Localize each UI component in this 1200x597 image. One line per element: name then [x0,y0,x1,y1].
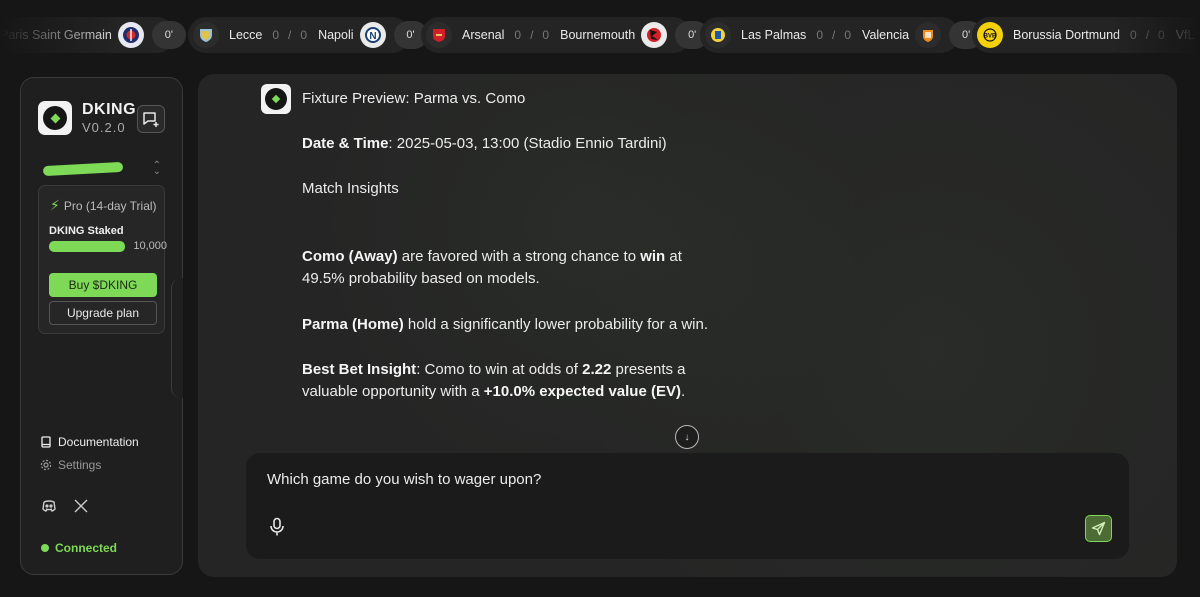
away-goals: 0 [1158,28,1166,42]
send-icon [1091,521,1106,536]
datetime-value: : 2025-05-03, 13:00 (Stadio Ennio Tardin… [388,135,667,152]
home-team: Borussia Dortmund [1013,28,1120,42]
message-title: Fixture Preview: Parma vs. Como [302,90,526,107]
arrow-down-icon: ↓ [684,431,690,443]
bot-avatar-icon [261,84,291,114]
psg-crest-icon [117,22,144,48]
brand[interactable]: DKING V0.2.0 [38,101,136,135]
microphone-icon [270,517,284,536]
home-team: Las Palmas [741,28,807,42]
away-team: Napoli [318,28,354,42]
away-goals: 0 [300,28,309,42]
gear-icon [40,459,52,471]
fixture-card[interactable]: Arsenal 0 / 0 Bournemouth 0' [421,17,710,53]
insight-paragraph-away: Como (Away) are favored with a strong ch… [302,248,682,287]
insights-heading: Match Insights [302,180,399,197]
score-separator: / [288,28,293,42]
dking-logo-icon [38,101,72,135]
message-datetime: Date & Time: 2025-05-03, 13:00 (Stadio E… [302,133,742,155]
away-team: VfL Wolfsburg [1175,28,1200,42]
arsenal-crest-icon [426,22,452,48]
fixtures-ticker: Paris Saint Germain 0' Lecce 0 / 0 Napol… [0,0,1200,72]
svg-text:N: N [369,31,376,42]
fixture-card[interactable]: BVB Borussia Dortmund 0 / 0 VfL Wolfsbur… [972,17,1200,53]
chevron-up-down-icon: ⌃ ⌄ [152,160,161,177]
account-switcher[interactable]: ⌃ ⌄ [42,160,161,177]
new-chat-icon [143,112,159,127]
away-team: Bournemouth [560,28,636,42]
home-team: Paris Saint Germain [0,28,112,42]
fixture-card[interactable]: Las Palmas 0 / 0 Valencia 0' [700,17,984,53]
chat-panel: Fixture Preview: Parma vs. Como Date & T… [198,74,1177,577]
home-team: Arsenal [462,28,505,42]
upgrade-plan-button[interactable]: Upgrade plan [49,301,157,325]
home-team: Lecce [229,28,263,42]
staked-label: DKING Staked [49,225,124,237]
book-icon [41,436,51,448]
napoli-crest-icon: N [359,22,386,48]
lightning-icon: ⚡︎ [50,197,60,213]
dortmund-crest-icon: BVB [977,22,1003,48]
fixture-card[interactable]: Lecce 0 / 0 Napoli N 0' [188,17,428,53]
message-composer[interactable]: Which game do you wish to wager upon? [246,453,1129,559]
insight-paragraph-home: Parma (Home) hold a significantly lower … [302,316,709,333]
status-label: Connected [55,541,118,555]
status-dot-icon [41,544,49,552]
composer-input[interactable]: Which game do you wish to wager upon? [267,471,541,488]
score-separator: / [1145,28,1151,42]
social-links [40,497,90,515]
plan-name: Pro (14-day Trial) [63,198,157,213]
brand-name: DKING [82,101,137,118]
nav-documentation[interactable]: Documentation [40,435,139,449]
datetime-label: Date & Time [302,135,389,152]
valencia-crest-icon [915,22,942,48]
score-separator: / [530,28,535,42]
microphone-button[interactable] [266,516,288,538]
fixture-card[interactable]: Paris Saint Germain 0' [0,17,186,53]
nav-settings[interactable]: Settings [40,458,101,472]
lecce-crest-icon [193,22,219,48]
scroll-down-button[interactable]: ↓ [675,425,699,449]
away-team: Valencia [862,28,910,42]
sidebar: DKING V0.2.0 ⌃ ⌄ ⚡︎ Pro (14-day Trial) DK… [20,77,183,575]
app-version: V0.2.0 [82,120,126,135]
insight-paragraph-best-bet: Best Bet Insight: Como to win at odds of… [302,361,686,400]
home-goals: 0 [514,28,523,42]
sidebar-notch [171,278,183,398]
discord-icon[interactable] [40,497,58,515]
las-palmas-crest-icon [705,22,731,48]
new-chat-button[interactable] [137,105,165,133]
home-goals: 0 [1130,28,1138,42]
plan-card: ⚡︎ Pro (14-day Trial) DKING Staked 10,00… [38,185,167,334]
nav-settings-label: Settings [58,458,102,472]
buy-dking-button[interactable]: Buy $DKING [49,273,157,297]
match-minute: 0' [151,21,186,49]
staked-value: 10,000 [133,240,167,252]
x-twitter-icon[interactable] [72,497,90,515]
connection-status: Connected [41,541,117,555]
home-goals: 0 [272,28,281,42]
away-goals: 0 [542,28,551,42]
redacted-staked-amount [49,241,125,252]
send-button[interactable] [1085,515,1112,542]
score-separator: / [832,28,837,42]
bournemouth-crest-icon [641,22,668,48]
away-goals: 0 [844,28,853,42]
svg-text:BVB: BVB [984,34,997,40]
redacted-account-name [42,161,124,177]
home-goals: 0 [816,28,824,42]
nav-documentation-label: Documentation [58,435,139,449]
